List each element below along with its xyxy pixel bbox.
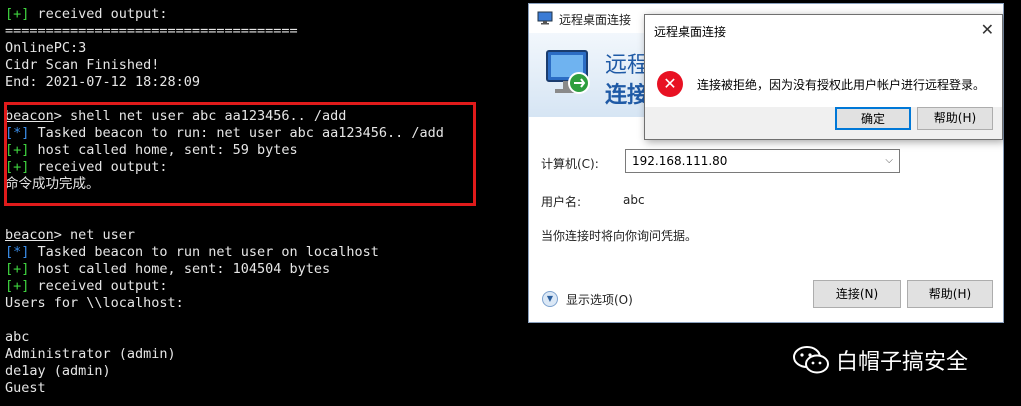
chevron-down-icon[interactable]: ⌵ — [885, 150, 893, 172]
terminal-line: Users for \\localhost: — [5, 295, 184, 312]
line-text: received output: — [29, 278, 168, 294]
terminal-line: End: 2021-07-12 18:28:09 — [5, 74, 200, 91]
status-prefix: [+] — [5, 6, 30, 22]
line-text: received output: — [29, 6, 168, 22]
line-text: End: 2021-07-12 18:28:09 — [5, 74, 201, 90]
beacon-prompt: beacon — [5, 227, 54, 243]
status-prefix: [*] — [5, 244, 30, 260]
banner-title-line1: 远程 — [605, 53, 650, 78]
terminal-line: abc — [5, 329, 29, 346]
dialog-title: 远程桌面连接 — [654, 25, 727, 39]
terminal-line: ==================================== — [5, 23, 298, 40]
connect-button[interactable]: 连接(N) — [813, 280, 901, 308]
status-prefix: [+] — [5, 278, 30, 294]
terminal-line: OnlinePC:3 — [5, 40, 86, 57]
command-text: > net user — [53, 227, 136, 243]
highlight-box — [4, 102, 476, 206]
user-entry: Administrator (admin) — [5, 346, 176, 362]
dialog-titlebar[interactable]: 远程桌面连接 ✕ — [645, 15, 1002, 47]
user-entry: abc — [5, 329, 30, 345]
computer-label: 计算机(C): — [541, 157, 599, 171]
expand-options-icon[interactable]: ▼ — [542, 291, 558, 307]
terminal-line: [*] Tasked beacon to run net user on loc… — [5, 244, 379, 261]
dialog-body: ✕ 连接被拒绝，因为没有授权此用户帐户进行远程登录。 — [645, 47, 1002, 107]
username-value: abc — [623, 193, 645, 207]
dialog-message: 连接被拒绝，因为没有授权此用户帐户进行远程登录。 — [697, 78, 986, 92]
show-options-link[interactable]: 显示选项(O) — [566, 291, 633, 308]
line-text: OnlinePC:3 — [5, 40, 87, 56]
status-prefix: [+] — [5, 261, 30, 277]
terminal-line: [+] received output: — [5, 278, 168, 295]
terminal-line: [+] host called home, sent: 104504 bytes — [5, 261, 330, 278]
error-icon: ✕ — [657, 71, 683, 97]
line-text: Tasked beacon to run net user on localho… — [29, 244, 379, 260]
rdp-help-button[interactable]: 帮助(H) — [907, 280, 993, 308]
computer-value: 192.168.111.80 — [632, 154, 728, 168]
line-text: host called home, sent: 104504 bytes — [29, 261, 331, 277]
terminal-line: Guest — [5, 380, 46, 397]
rdp-app-icon — [537, 11, 553, 25]
line-text: Cidr Scan Finished! — [5, 57, 160, 73]
monitor-icon — [546, 50, 590, 94]
line-text: Users for \\localhost: — [5, 295, 184, 311]
terminal-panel: [+] received output: ===================… — [0, 0, 530, 406]
rdp-window-title: 远程桌面连接 — [559, 13, 632, 27]
error-dialog: 远程桌面连接 ✕ ✕ 连接被拒绝，因为没有授权此用户帐户进行远程登录。 确定 帮… — [644, 14, 1003, 140]
user-entry: de1ay (admin) — [5, 363, 111, 379]
user-entry: Guest — [5, 380, 46, 396]
terminal-line: [+] received output: — [5, 6, 168, 23]
separator-text: ==================================== — [5, 23, 298, 39]
wechat-icon — [793, 346, 829, 374]
close-icon[interactable]: ✕ — [981, 20, 994, 39]
dialog-help-button[interactable]: 帮助(H) — [917, 107, 993, 130]
banner-title-line2: 连接 — [605, 83, 650, 108]
watermark-text: 白帽子搞安全 — [836, 350, 969, 375]
username-label: 用户名: — [541, 195, 582, 209]
computer-combobox[interactable]: 192.168.111.80 ⌵ — [625, 149, 900, 173]
credential-note: 当你连接时将向你询问凭据。 — [541, 229, 698, 243]
ok-button[interactable]: 确定 — [835, 107, 911, 130]
terminal-line: Administrator (admin) — [5, 346, 176, 363]
terminal-line: Cidr Scan Finished! — [5, 57, 159, 74]
terminal-line: de1ay (admin) — [5, 363, 111, 380]
terminal-line: beacon> net user — [5, 227, 135, 244]
